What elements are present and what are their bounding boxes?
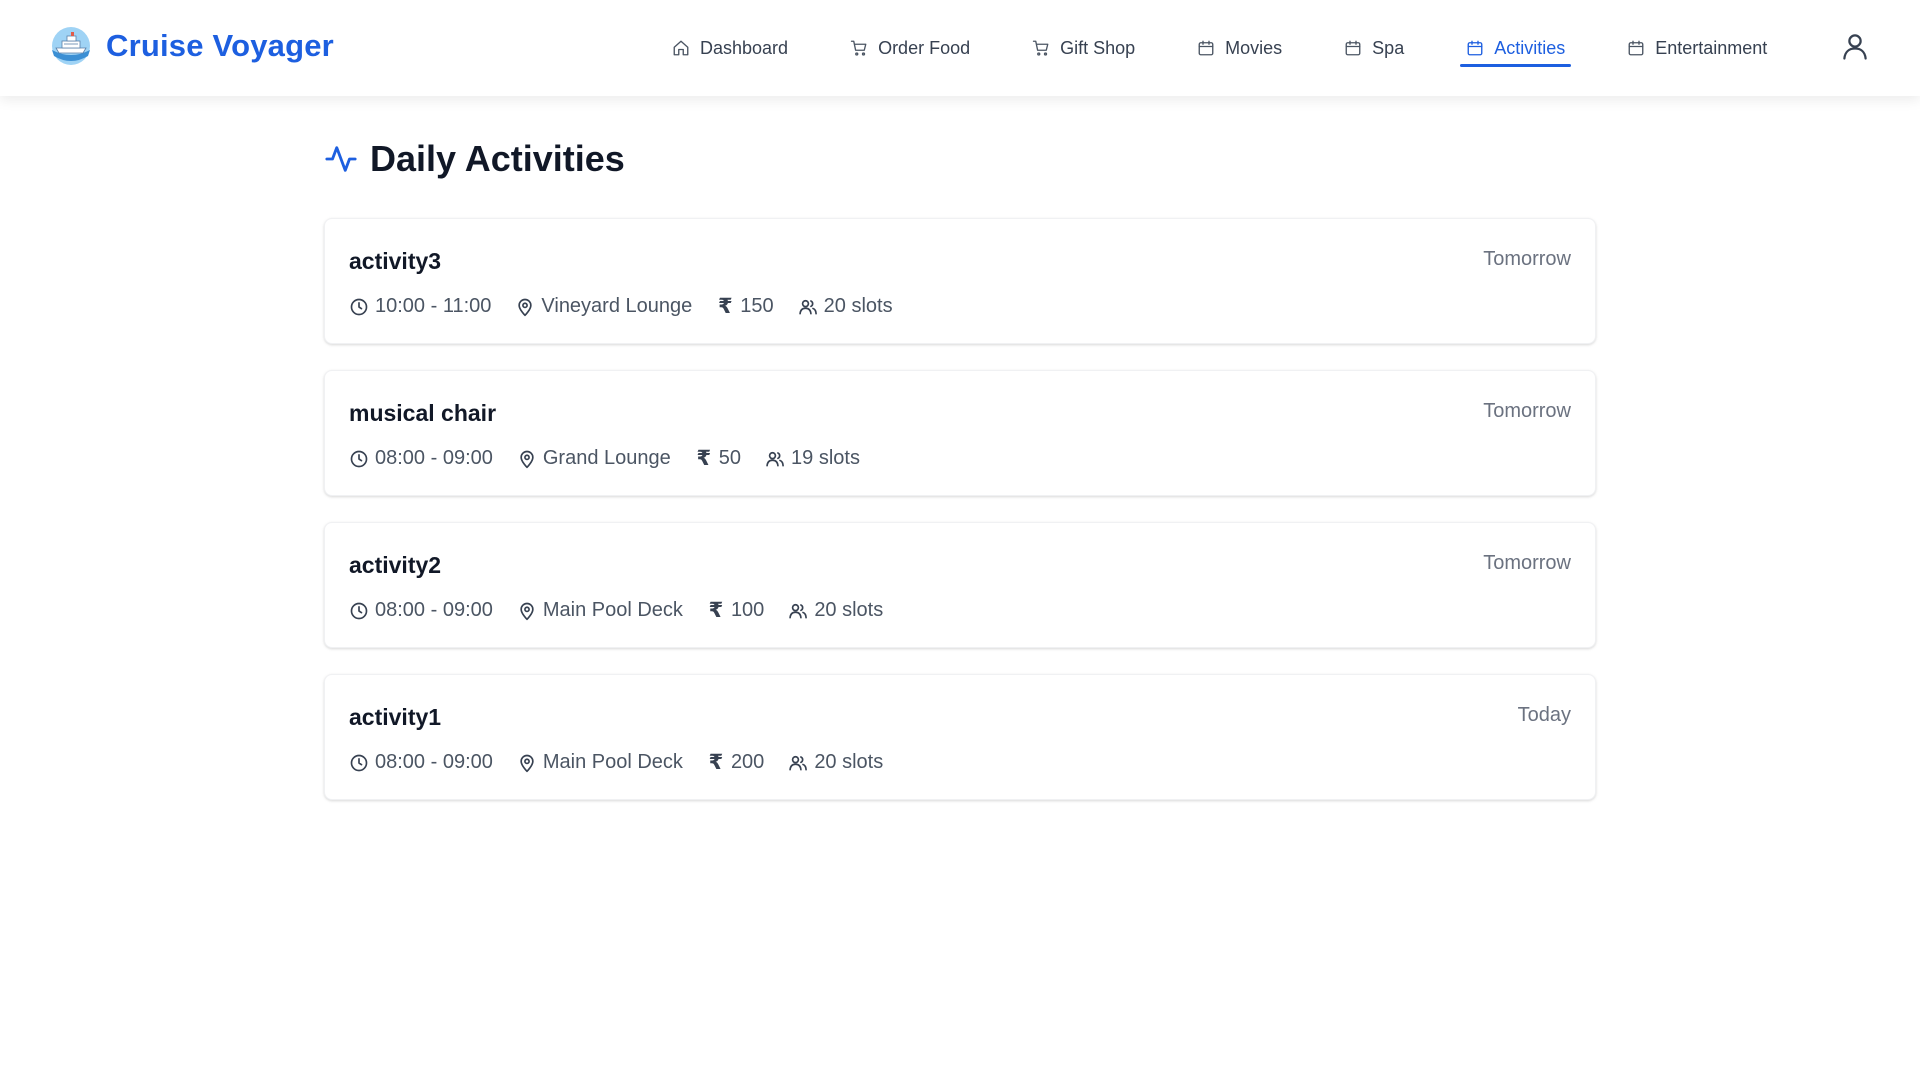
activity-day: Tomorrow <box>1483 552 1571 574</box>
activity-meta: 08:00 - 09:00 Grand Lounge ₹ 50 19 slots <box>349 446 860 471</box>
brand-name: Cruise Voyager <box>106 28 334 63</box>
activity-slots: 20 slots <box>788 599 883 622</box>
nav-item-label: Order Food <box>878 37 971 58</box>
top-navbar: Cruise Voyager Dashboard Order Food Gift… <box>0 0 1920 96</box>
activity-name: activity2 <box>349 552 442 578</box>
activity-time-value: 08:00 - 09:00 <box>375 447 493 469</box>
users-icon <box>789 603 808 618</box>
main-content: Daily Activities activity3 Tomorrow 10:0… <box>324 96 1596 800</box>
rupee-icon: ₹ <box>717 295 733 318</box>
activity-price-value: 50 <box>718 447 742 469</box>
activity-day: Today <box>1517 704 1571 726</box>
activity-card[interactable]: musical chair Tomorrow 08:00 - 09:00 Gra… <box>324 370 1596 496</box>
activity-location: Vineyard Lounge <box>515 295 692 318</box>
nav-item-label: Movies <box>1225 37 1283 58</box>
calendar-icon <box>1467 40 1483 56</box>
nav-item-label: Gift Shop <box>1060 37 1136 58</box>
rupee-icon: ₹ <box>708 599 724 622</box>
calendar-icon <box>1198 40 1214 56</box>
page-title: Daily Activities <box>370 138 625 179</box>
activity-location-value: Main Pool Deck <box>542 599 683 621</box>
activity-time: 08:00 - 09:00 <box>349 751 493 774</box>
activity-name: activity3 <box>349 248 442 274</box>
activity-card[interactable]: activity1 Today 08:00 - 09:00 Main Pool … <box>324 674 1596 800</box>
nav-item-activities[interactable]: Activities <box>1460 0 1572 96</box>
activity-time: 08:00 - 09:00 <box>349 599 493 622</box>
activity-location-value: Vineyard Lounge <box>541 295 693 317</box>
activity-price: ₹ 100 <box>707 598 765 623</box>
activity-slots-value: 20 slots <box>814 599 884 621</box>
clock-icon <box>350 298 368 315</box>
map-pin-icon <box>520 602 534 620</box>
activity-location: Grand Lounge <box>517 447 671 470</box>
nav-item-dashboard[interactable]: Dashboard <box>666 0 794 96</box>
activity-slots: 20 slots <box>798 295 893 318</box>
cruise-ship-icon <box>52 27 90 65</box>
activity-price-value: 100 <box>730 599 765 621</box>
calendar-icon <box>1628 40 1644 56</box>
activity-price: ₹ 150 <box>716 294 774 319</box>
activity-price: ₹ 200 <box>707 750 765 775</box>
activity-time: 08:00 - 09:00 <box>349 447 493 470</box>
map-pin-icon <box>520 754 534 772</box>
nav-item-label: Spa <box>1372 37 1405 58</box>
nav-item-label: Activities <box>1494 37 1566 58</box>
activity-location: Main Pool Deck <box>517 599 683 622</box>
nav-item-movies[interactable]: Movies <box>1191 0 1288 96</box>
activity-day: Tomorrow <box>1483 248 1571 270</box>
map-pin-icon <box>518 298 533 316</box>
map-pin-icon <box>520 450 534 468</box>
activity-slots: 19 slots <box>765 447 860 470</box>
activity-list: activity3 Tomorrow 10:00 - 11:00 Vineyar… <box>324 218 1596 800</box>
activity-meta: 08:00 - 09:00 Main Pool Deck ₹ 100 20 sl… <box>349 598 883 623</box>
activity-time-value: 08:00 - 09:00 <box>375 599 493 621</box>
user-icon <box>1843 34 1867 60</box>
home-icon <box>673 40 689 56</box>
clock-icon <box>350 602 368 619</box>
activity-location-value: Main Pool Deck <box>542 751 683 773</box>
activity-time-value: 08:00 - 09:00 <box>375 751 493 773</box>
activity-price-value: 150 <box>740 295 774 317</box>
nav-item-spa[interactable]: Spa <box>1338 0 1410 96</box>
clock-icon <box>350 450 368 467</box>
activity-price-value: 200 <box>730 751 765 773</box>
activity-time: 10:00 - 11:00 <box>349 295 491 318</box>
activity-price: ₹ 50 <box>695 446 741 471</box>
activity-location-value: Grand Lounge <box>542 447 671 469</box>
activity-meta: 10:00 - 11:00 Vineyard Lounge ₹ 150 20 s… <box>349 294 893 319</box>
activity-day: Tomorrow <box>1483 400 1571 422</box>
clock-icon <box>350 754 368 771</box>
activity-name: musical chair <box>349 400 497 426</box>
nav-item-label: Entertainment <box>1655 37 1768 58</box>
cart-icon <box>1032 40 1049 56</box>
users-icon <box>789 755 808 770</box>
activity-slots-value: 19 slots <box>791 447 860 469</box>
rupee-icon: ₹ <box>708 751 724 774</box>
activity-name: activity1 <box>349 704 442 730</box>
nav-item-gift-shop[interactable]: Gift Shop <box>1026 0 1141 96</box>
users-icon <box>798 299 817 314</box>
activity-location: Main Pool Deck <box>517 751 683 774</box>
brand-link[interactable]: Cruise Voyager <box>48 26 334 66</box>
nav-item-label: Dashboard <box>700 37 789 58</box>
activity-slots-value: 20 slots <box>814 751 884 773</box>
nav-item-order-food[interactable]: Order Food <box>844 0 976 96</box>
user-menu-button[interactable] <box>1840 31 1874 65</box>
nav-item-entertainment[interactable]: Entertainment <box>1621 0 1773 96</box>
cart-icon <box>850 40 867 56</box>
activity-time-value: 10:00 - 11:00 <box>375 295 492 317</box>
activity-meta: 08:00 - 09:00 Main Pool Deck ₹ 200 20 sl… <box>349 750 883 775</box>
activity-card[interactable]: activity3 Tomorrow 10:00 - 11:00 Vineyar… <box>324 218 1596 344</box>
activity-slots-value: 20 slots <box>823 295 893 317</box>
users-icon <box>766 451 784 466</box>
activity-slots: 20 slots <box>788 751 883 774</box>
main-nav: Dashboard Order Food Gift Shop Movies Sp… <box>666 0 1823 96</box>
calendar-icon <box>1345 40 1361 56</box>
activity-card[interactable]: activity2 Tomorrow 08:00 - 09:00 Main Po… <box>324 522 1596 648</box>
page-header: Daily Activities <box>324 138 1596 180</box>
activity-pulse-icon <box>325 146 357 172</box>
rupee-icon: ₹ <box>696 447 712 470</box>
